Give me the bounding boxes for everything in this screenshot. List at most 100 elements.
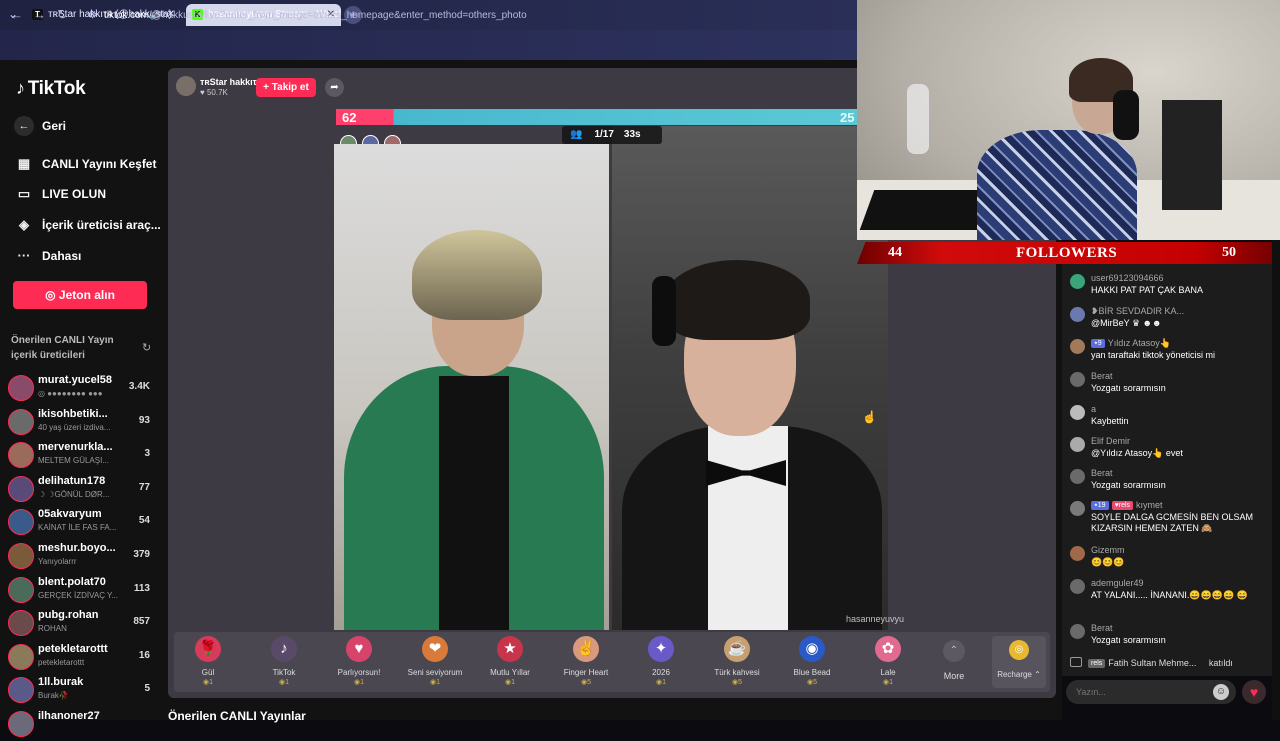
suggested-creator[interactable]: 05akvaryum KAİNAT İLE FAS FA... 54 (8, 506, 154, 539)
chat-username[interactable]: ademguler49 (1091, 578, 1144, 588)
gift-icon: 🌹 (195, 636, 221, 662)
avatar[interactable] (1070, 579, 1085, 594)
gift-name: Finger Heart (563, 668, 609, 677)
creator-subtitle: petekletarottt (38, 657, 85, 667)
avatar (8, 543, 34, 569)
nav-go-live[interactable]: ▭ LIVE OLUN (14, 182, 106, 206)
get-coins-button[interactable]: ◎ Jeton alın (13, 281, 147, 309)
suggested-creator[interactable]: blent.polat70 GERÇEK İZDİVAÇ Y... 113 (8, 574, 154, 607)
chat-text: @Yıldız Atasoy👆 evet (1091, 448, 1183, 458)
site-info-icon[interactable]: ⚙ (88, 6, 97, 25)
back-arrow-icon: ← (14, 116, 34, 136)
creator-subtitle: KAİNAT İLE FAS FA... (38, 523, 117, 533)
chat-username[interactable]: ❥BİR SEVDADIR KA... (1091, 306, 1184, 317)
heart-icon[interactable]: ♥ (1242, 680, 1266, 704)
streamer-shirt (977, 130, 1137, 240)
chat-username[interactable]: Elif Demir (1091, 436, 1130, 446)
more-gifts-button[interactable]: ⌃ More (932, 636, 976, 681)
nav-back[interactable]: ← Geri (14, 114, 66, 138)
avatar[interactable] (1070, 624, 1085, 639)
avatar[interactable] (1070, 339, 1085, 354)
chat-input-field[interactable] (1066, 680, 1236, 704)
avatar[interactable] (1070, 469, 1085, 484)
viewer-count: 113 (133, 582, 150, 594)
gift-price: ◉5 (731, 679, 742, 686)
suggested-creator[interactable]: pubg.rohan ROHAN 857 (8, 607, 154, 640)
suggested-creator[interactable]: murat.yucel58 ◎ ●●●●●●●● ●●● 3.4K (8, 372, 154, 405)
avatar[interactable] (1070, 501, 1085, 516)
suggested-creator[interactable]: meshur.boyo... Yanıyolarrr 379 (8, 540, 154, 573)
creator-name: murat.yucel58 (38, 374, 112, 386)
gift-icon: ☕ (724, 636, 750, 662)
gift-item[interactable]: ♥ Parlıyorsun! ◉1 (322, 636, 396, 686)
reload-icon[interactable]: ↻ (57, 7, 68, 23)
chat-username[interactable]: Berat (1091, 468, 1113, 478)
chat-username[interactable]: ⭑19 ♥rels kıymet (1091, 500, 1163, 510)
gift-item[interactable]: ❤ Seni seviyorum ◉1 (398, 636, 472, 686)
gift-item[interactable]: ♪ TikTok ◉1 (247, 636, 321, 686)
avatar[interactable] (1070, 372, 1085, 387)
avatar[interactable] (1070, 274, 1085, 289)
creator-subtitle: ROHAN (38, 624, 67, 634)
nav-more[interactable]: ··· Dahası (14, 244, 82, 268)
chat-edge (1272, 240, 1280, 720)
suggested-creator[interactable]: ilhanoner27 (8, 708, 154, 741)
chat-input[interactable] (1066, 680, 1236, 704)
gift-icon: ✌ (573, 636, 599, 662)
gift-name: Mutlu Yıllar (490, 668, 530, 677)
avatar[interactable] (1070, 405, 1085, 420)
url-field[interactable]: ⚙ tiktok.com/@hakkusta/live?enter_from_m… (84, 6, 849, 25)
avatar[interactable] (1070, 437, 1085, 452)
avatar[interactable] (1070, 307, 1085, 322)
gift-price: ◉1 (882, 679, 893, 686)
forward-arrow-icon[interactable]: → (33, 7, 46, 22)
nav-creator-tools[interactable]: ◈ İçerik üreticisi araç... (14, 213, 161, 237)
chat-username[interactable]: user69123094666 (1091, 273, 1164, 283)
gift-name: Parlıyorsun! (337, 668, 381, 677)
headphones (652, 276, 676, 346)
followers-label: FOLLOWERS (1016, 245, 1118, 261)
gift-item[interactable]: ★ Mutlu Yıllar ◉1 (473, 636, 547, 686)
avatar (8, 643, 34, 670)
video-right-streamer[interactable] (612, 126, 888, 630)
back-arrow-icon[interactable]: ← (10, 7, 23, 22)
gift-item[interactable]: ✌ Finger Heart ◉5 (549, 636, 623, 686)
suggested-creator[interactable]: mervenurkla... MELTEM GÜLAŞI... 3 (8, 439, 154, 472)
emoji-icon[interactable]: ☺ (1213, 684, 1229, 700)
followers-goal: 50 (1222, 245, 1236, 260)
watermark: hasanneyuvyu (846, 614, 905, 624)
gift-item[interactable]: ◉ Blue Bead ◉5 (775, 636, 849, 686)
suggested-creator[interactable]: petekletarottt petekletarottt 16 (8, 641, 154, 674)
gift-item[interactable]: ☕ Türk kahvesi ◉5 (700, 636, 774, 686)
chat-username[interactable]: Berat (1091, 623, 1113, 633)
tiktok-logo[interactable]: ♪ TikTok (16, 78, 86, 100)
recharge-button[interactable]: ◎ Recharge ⌃ (992, 636, 1046, 688)
chat-username[interactable]: Berat (1091, 371, 1113, 381)
chat-username[interactable]: a (1091, 404, 1096, 414)
suggested-creator[interactable]: delihatun178 ☽ ☽GÖNÜL DØR... 77 (8, 473, 154, 506)
score-right: 25 (840, 110, 855, 125)
join-icon (1070, 657, 1082, 667)
gift-price: ◉1 (278, 679, 289, 686)
nav-explore-live[interactable]: ▦ CANLI Yayını Keşfet (14, 152, 157, 176)
creator-subtitle: GERÇEK İZDİVAÇ Y... (38, 590, 119, 600)
gift-price: ◉1 (655, 679, 666, 686)
chat-text: HAKKI PAT PAT ÇAK BANA (1091, 285, 1204, 295)
chat-text: @MirBeY ♛ ☻☻ (1091, 318, 1162, 328)
avatar[interactable] (1070, 546, 1085, 561)
gift-item[interactable]: ✿ Lale ◉1 (851, 636, 925, 686)
share-icon[interactable]: ➦ (325, 78, 344, 97)
webcam-overlay (857, 0, 1280, 240)
host-avatar[interactable] (176, 76, 196, 96)
refresh-icon[interactable]: ↻ (142, 341, 151, 354)
gift-item[interactable]: 🌹 Gül ◉1 (171, 636, 245, 686)
chat-username[interactable]: Gizemm (1091, 545, 1125, 555)
suggested-creator[interactable]: ikisohbetiki... 40 yaş üzeri izdiva... 93 (8, 406, 154, 439)
video-left-streamer[interactable] (334, 144, 609, 630)
gift-item[interactable]: ✦ 2026 ◉1 (624, 636, 698, 686)
chat-username[interactable]: ⭑9 Yıldız Atasoy👆 (1091, 338, 1171, 349)
creator-subtitle: Burak🥀 (38, 691, 69, 701)
suggested-creator[interactable]: 1ll.burak Burak🥀 5 (8, 674, 154, 707)
host-name[interactable]: ᴛʀStar hakkıτя (200, 77, 262, 87)
follow-button[interactable]: + Takip et (256, 78, 316, 97)
